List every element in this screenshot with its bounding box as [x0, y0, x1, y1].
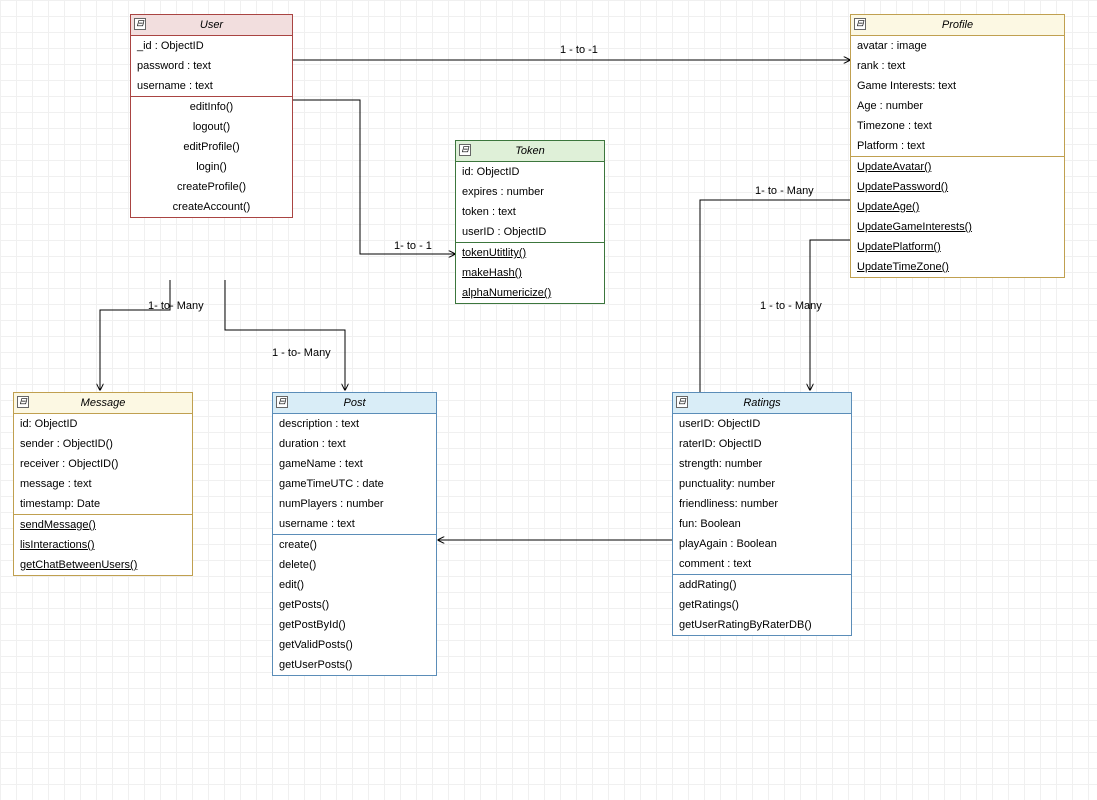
label-profile-ratings: 1 - to - Many: [760, 300, 822, 312]
entity-methods: UpdateAvatar() UpdatePassword() UpdateAg…: [851, 156, 1064, 277]
attr-row: playAgain : Boolean: [673, 534, 851, 554]
entity-title: Message: [81, 397, 126, 409]
label-profile-post: 1- to - Many: [755, 185, 814, 197]
method-row: addRating(): [673, 575, 851, 595]
method-row: getUserRatingByRaterDB(): [673, 615, 851, 635]
entity-methods: tokenUtitlity() makeHash() alphaNumerici…: [456, 242, 604, 303]
attr-row: punctuality: number: [673, 474, 851, 494]
entity-ratings[interactable]: ⊟ Ratings userID: ObjectID raterID: Obje…: [672, 392, 852, 636]
label-user-profile: 1 - to -1: [560, 44, 598, 56]
method-row: UpdatePassword(): [851, 177, 1064, 197]
method-row: getUserPosts(): [273, 655, 436, 675]
entity-methods: sendMessage() lisInteractions() getChatB…: [14, 514, 192, 575]
collapse-icon[interactable]: ⊟: [676, 396, 688, 408]
method-row: getRatings(): [673, 595, 851, 615]
entity-profile[interactable]: ⊟ Profile avatar : image rank : text Gam…: [850, 14, 1065, 278]
method-row: createProfile(): [131, 177, 292, 197]
method-row: login(): [131, 157, 292, 177]
collapse-icon[interactable]: ⊟: [854, 18, 866, 30]
attr-row: password : text: [131, 56, 292, 76]
entity-methods: editInfo() logout() editProfile() login(…: [131, 96, 292, 217]
entity-methods: addRating() getRatings() getUserRatingBy…: [673, 574, 851, 635]
collapse-icon[interactable]: ⊟: [17, 396, 29, 408]
entity-title: User: [200, 19, 223, 31]
entity-attrs: description : text duration : text gameN…: [273, 414, 436, 534]
attr-row: rank : text: [851, 56, 1064, 76]
method-row: sendMessage(): [14, 515, 192, 535]
attr-row: message : text: [14, 474, 192, 494]
attr-row: strength: number: [673, 454, 851, 474]
method-row: getPostById(): [273, 615, 436, 635]
method-row: createAccount(): [131, 197, 292, 217]
attr-row: id: ObjectID: [14, 414, 192, 434]
method-row: create(): [273, 535, 436, 555]
entity-message[interactable]: ⊟ Message id: ObjectID sender : ObjectID…: [13, 392, 193, 576]
entity-attrs: _id : ObjectID password : text username …: [131, 36, 292, 96]
attr-row: Timezone : text: [851, 116, 1064, 136]
attr-row: numPlayers : number: [273, 494, 436, 514]
diagram-canvas: 1 - to -1 1- to - 1 1- to- Many 1 - to- …: [0, 0, 1097, 800]
entity-user[interactable]: ⊟ User _id : ObjectID password : text us…: [130, 14, 293, 218]
method-row: tokenUtitlity(): [456, 243, 604, 263]
method-row: UpdateTimeZone(): [851, 257, 1064, 277]
label-user-message: 1- to- Many: [148, 300, 204, 312]
method-row: logout(): [131, 117, 292, 137]
entity-title: Profile: [942, 19, 973, 31]
method-row: edit(): [273, 575, 436, 595]
entity-attrs: id: ObjectID sender : ObjectID() receive…: [14, 414, 192, 514]
attr-row: duration : text: [273, 434, 436, 454]
attr-row: userID: ObjectID: [673, 414, 851, 434]
attr-row: Game Interests: text: [851, 76, 1064, 96]
attr-row: username : text: [131, 76, 292, 96]
method-row: lisInteractions(): [14, 535, 192, 555]
attr-row: Platform : text: [851, 136, 1064, 156]
attr-row: _id : ObjectID: [131, 36, 292, 56]
attr-row: gameTimeUTC : date: [273, 474, 436, 494]
collapse-icon[interactable]: ⊟: [459, 144, 471, 156]
attr-row: gameName : text: [273, 454, 436, 474]
entity-token[interactable]: ⊟ Token id: ObjectID expires : number to…: [455, 140, 605, 304]
entity-attrs: avatar : image rank : text Game Interest…: [851, 36, 1064, 156]
attr-row: expires : number: [456, 182, 604, 202]
attr-row: sender : ObjectID(): [14, 434, 192, 454]
entity-post[interactable]: ⊟ Post description : text duration : tex…: [272, 392, 437, 676]
attr-row: comment : text: [673, 554, 851, 574]
entity-title: Post: [343, 397, 365, 409]
attr-row: fun: Boolean: [673, 514, 851, 534]
method-row: UpdateGameInterests(): [851, 217, 1064, 237]
attr-row: timestamp: Date: [14, 494, 192, 514]
entity-title: Token: [515, 145, 545, 157]
entity-attrs: userID: ObjectID raterID: ObjectID stren…: [673, 414, 851, 574]
method-row: editProfile(): [131, 137, 292, 157]
attr-row: friendliness: number: [673, 494, 851, 514]
method-row: delete(): [273, 555, 436, 575]
attr-row: Age : number: [851, 96, 1064, 116]
method-row: getChatBetweenUsers(): [14, 555, 192, 575]
attr-row: id: ObjectID: [456, 162, 604, 182]
method-row: getValidPosts(): [273, 635, 436, 655]
label-user-post: 1 - to- Many: [272, 347, 331, 359]
attr-row: username : text: [273, 514, 436, 534]
method-row: getPosts(): [273, 595, 436, 615]
attr-row: raterID: ObjectID: [673, 434, 851, 454]
method-row: UpdateAge(): [851, 197, 1064, 217]
label-user-token: 1- to - 1: [394, 240, 432, 252]
method-row: makeHash(): [456, 263, 604, 283]
attr-row: description : text: [273, 414, 436, 434]
method-row: editInfo(): [131, 97, 292, 117]
attr-row: token : text: [456, 202, 604, 222]
collapse-icon[interactable]: ⊟: [276, 396, 288, 408]
collapse-icon[interactable]: ⊟: [134, 18, 146, 30]
method-row: UpdatePlatform(): [851, 237, 1064, 257]
attr-row: receiver : ObjectID(): [14, 454, 192, 474]
method-row: UpdateAvatar(): [851, 157, 1064, 177]
entity-title: Ratings: [743, 397, 780, 409]
method-row: alphaNumericize(): [456, 283, 604, 303]
attr-row: userID : ObjectID: [456, 222, 604, 242]
entity-methods: create() delete() edit() getPosts() getP…: [273, 534, 436, 675]
entity-attrs: id: ObjectID expires : number token : te…: [456, 162, 604, 242]
attr-row: avatar : image: [851, 36, 1064, 56]
